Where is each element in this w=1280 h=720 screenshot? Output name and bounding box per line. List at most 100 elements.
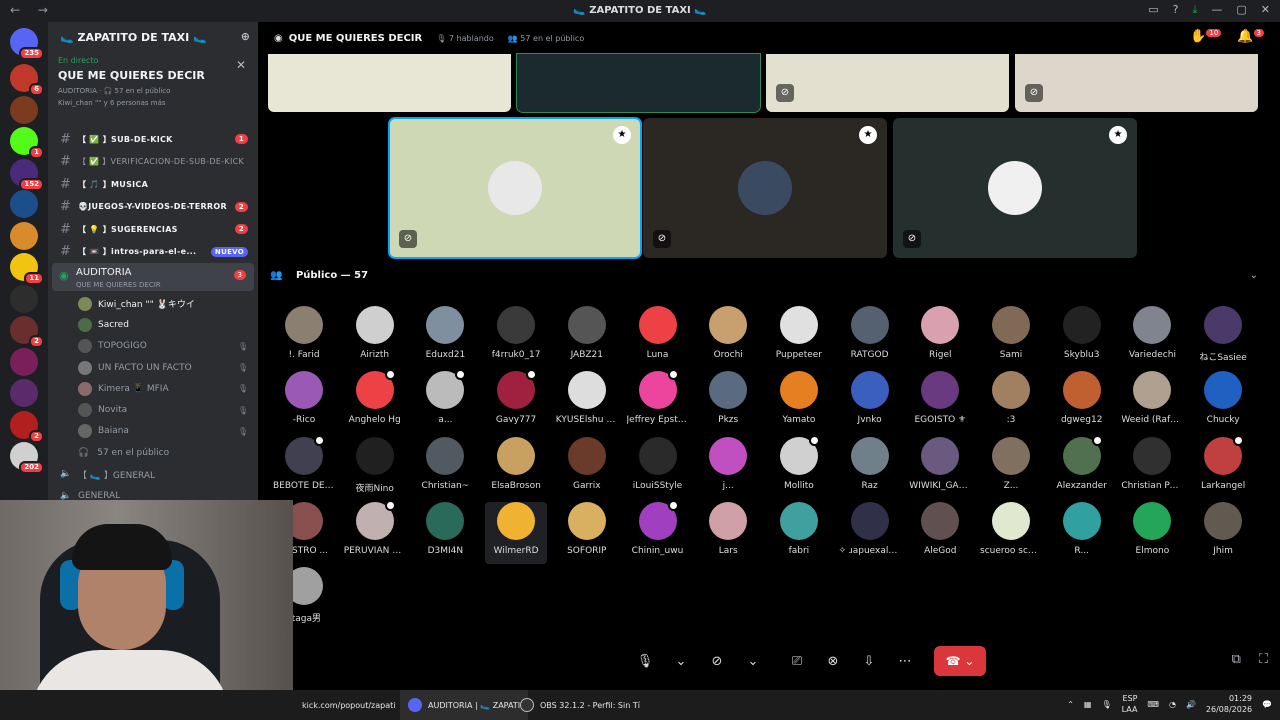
audience-member[interactable]: Z... bbox=[980, 436, 1042, 499]
speaker-tile[interactable]: ★ ⊘ bbox=[893, 118, 1137, 258]
audience-member[interactable]: JABZ21 bbox=[556, 306, 618, 368]
back-arrow-icon[interactable]: ← bbox=[10, 3, 20, 17]
audience-member[interactable]: Garrix bbox=[556, 436, 618, 499]
audience-member[interactable]: Christian~ bbox=[414, 436, 476, 499]
stage-channel-auditoria[interactable]: ◉ AUDITORIA QUE ME QUIERES DECIR 3 bbox=[52, 263, 254, 291]
audience-member[interactable]: Jvnko bbox=[839, 371, 901, 433]
speaker-tile[interactable]: ⊘ bbox=[1015, 54, 1258, 112]
server-icon[interactable]: 6 bbox=[10, 64, 44, 96]
audience-member[interactable]: WilmerRD bbox=[485, 501, 548, 564]
audience-member[interactable]: iLouiSStyle bbox=[627, 436, 689, 499]
audience-member[interactable]: !. Farid bbox=[273, 306, 335, 368]
audience-member[interactable]: Sami bbox=[980, 306, 1042, 368]
audience-member[interactable]: WIWIKI_GAMI... bbox=[909, 436, 971, 499]
home-button[interactable]: 235 bbox=[10, 28, 44, 60]
stage-member[interactable]: Kiwi_chan "" 🐰キウイ bbox=[48, 293, 258, 314]
text-channel[interactable]: # 【 💡 】SUGERENCIAS 2 bbox=[48, 218, 258, 241]
text-channel[interactable]: # 【 🎵 】MUSICA bbox=[48, 173, 258, 196]
inbox-requests-icon[interactable]: 🔔 3 bbox=[1237, 29, 1264, 44]
audience-member[interactable]: Alexzander bbox=[1051, 434, 1113, 499]
audience-member[interactable]: scueroo scuer... bbox=[980, 501, 1042, 564]
download-icon[interactable]: ⤓ bbox=[1193, 3, 1198, 17]
audience-member[interactable]: fabri bbox=[768, 501, 830, 564]
camera-off-button[interactable]: ⊘ bbox=[702, 646, 732, 676]
audience-member[interactable]: Gavy777 bbox=[485, 369, 547, 433]
mute-speakers-button[interactable]: ⊗ bbox=[818, 646, 848, 676]
audience-member[interactable]: Chinin_uwu bbox=[627, 499, 689, 564]
audience-member[interactable]: SOFORIP bbox=[556, 501, 618, 564]
voice-channel[interactable]: 🔈 【 🥿 】GENERAL bbox=[48, 463, 258, 485]
audience-member[interactable]: Variedechi bbox=[1121, 306, 1183, 368]
server-icon[interactable]: 1 bbox=[10, 127, 44, 159]
audience-member[interactable]: Yamato bbox=[768, 371, 830, 433]
audience-member[interactable]: Jeffrey Epstein bbox=[627, 369, 689, 433]
audience-member[interactable]: RATGOD bbox=[839, 306, 901, 368]
audience-member[interactable]: 夜雨Nino bbox=[344, 436, 406, 499]
inbox-icon[interactable]: ▭ bbox=[1148, 3, 1158, 17]
forward-arrow-icon[interactable]: → bbox=[38, 3, 48, 17]
audience-member[interactable]: -Rico bbox=[273, 371, 335, 433]
server-icon[interactable] bbox=[10, 221, 38, 250]
audience-member[interactable]: Eduxd21 bbox=[414, 306, 476, 368]
raise-hand-queue-icon[interactable]: ✋ 10 bbox=[1190, 29, 1222, 44]
speaker-tile[interactable]: ★ ⊘ bbox=[388, 117, 642, 259]
audience-member[interactable]: BEBOTE DE S... bbox=[273, 434, 335, 499]
audience-member[interactable]: Christian Pén... bbox=[1121, 436, 1183, 499]
live-stage-panel[interactable]: En directo QUE ME QUIERES DECIR AUDITORI… bbox=[48, 52, 258, 128]
audience-count-row[interactable]: 🎧 57 en el público bbox=[48, 442, 258, 463]
audience-member[interactable]: Anghelo Hg bbox=[344, 369, 406, 433]
chevron-down-icon[interactable]: ⌄ bbox=[1250, 270, 1258, 281]
add-member-icon[interactable]: ⊕ bbox=[241, 30, 250, 43]
stage-member[interactable]: UN FACTO UN FACTO 🎙 bbox=[48, 357, 258, 378]
server-icon[interactable]: 2 bbox=[10, 410, 44, 443]
audience-member[interactable]: j... bbox=[697, 436, 759, 499]
server-icon[interactable] bbox=[10, 347, 38, 376]
audience-member[interactable]: D3MI4N bbox=[414, 501, 476, 564]
taskbar-item-discord[interactable]: AUDITORIA | 🥿 ZAPATI bbox=[400, 690, 529, 720]
minimize-button[interactable]: — bbox=[1211, 3, 1222, 17]
speaker-tile[interactable] bbox=[268, 54, 511, 112]
audience-member[interactable]: Elmono bbox=[1121, 501, 1183, 564]
stage-member[interactable]: Kimera 📱 MFIA 🎙 bbox=[48, 378, 258, 399]
audience-member[interactable]: :3 bbox=[980, 371, 1042, 433]
stage-member[interactable]: Baiana 🎙 bbox=[48, 421, 258, 442]
audience-member[interactable]: Jhim bbox=[1192, 501, 1254, 564]
audience-member[interactable]: PERUVIAN H... bbox=[344, 499, 406, 564]
audience-member[interactable]: AleGod bbox=[909, 501, 971, 564]
audience-member[interactable]: ねこSasiee bbox=[1192, 306, 1254, 368]
server-icon[interactable]: 2 bbox=[10, 316, 44, 348]
audience-member[interactable]: Larkangel bbox=[1192, 434, 1254, 499]
audience-member[interactable]: ✧ ɹapuexale ✧ bbox=[839, 501, 901, 564]
server-icon[interactable] bbox=[10, 379, 38, 407]
mic-tray-icon[interactable]: 🎙 bbox=[1101, 700, 1111, 709]
text-channel[interactable]: # 💀JUEGOS-Y-VIDEOS-DE-TERROR 2 bbox=[48, 196, 258, 219]
text-channel[interactable]: # 【 📼 】intros-para-el-e... NUEVO bbox=[48, 241, 258, 264]
taskbar-item-kick[interactable]: kick.com/popout/zapati bbox=[302, 690, 396, 720]
speaker-tile[interactable]: ⊘ bbox=[766, 54, 1009, 112]
audience-member[interactable]: Rigel bbox=[909, 306, 971, 368]
popout-icon[interactable]: ⧉ bbox=[1232, 652, 1241, 667]
show-hidden-icons-icon[interactable]: ⌃ bbox=[1067, 700, 1074, 709]
help-icon[interactable]: ? bbox=[1173, 3, 1179, 17]
audience-member[interactable]: dgweg12 bbox=[1051, 371, 1113, 433]
speaker-tile[interactable] bbox=[516, 53, 761, 113]
clock[interactable]: 01:29 26/08/2026 bbox=[1206, 693, 1252, 715]
fullscreen-icon[interactable]: ⛶ bbox=[1259, 652, 1268, 667]
maximize-button[interactable]: ▢ bbox=[1236, 3, 1246, 17]
audience-member[interactable]: Chucky bbox=[1192, 371, 1254, 433]
stage-member[interactable]: Sacred bbox=[48, 314, 258, 335]
network-icon[interactable]: ⌨ bbox=[1147, 700, 1159, 709]
audience-member[interactable]: EGOISTO ⚜ bbox=[909, 371, 971, 433]
guild-header[interactable]: 🥿 ZAPATITO DE TAXI 🥿 ⊕ bbox=[48, 22, 258, 52]
microphone-button[interactable]: 🎙 bbox=[630, 646, 660, 676]
server-icon[interactable] bbox=[10, 284, 38, 313]
audience-member[interactable]: Skyblu3 bbox=[1051, 306, 1113, 368]
server-icon[interactable] bbox=[10, 190, 38, 218]
audience-member[interactable]: R... bbox=[1051, 501, 1113, 564]
server-icon[interactable]: 152 bbox=[10, 158, 44, 191]
audience-member[interactable]: Orochi bbox=[697, 306, 759, 368]
audience-member[interactable]: ElsaBroson bbox=[485, 436, 547, 499]
text-channel[interactable]: # 【 ✅ 】VERIFICACION-DE-SUB-DE-KICK bbox=[48, 151, 258, 174]
wifi-icon[interactable]: ◔ bbox=[1169, 700, 1176, 709]
audience-member[interactable]: Pkzs bbox=[697, 371, 759, 433]
